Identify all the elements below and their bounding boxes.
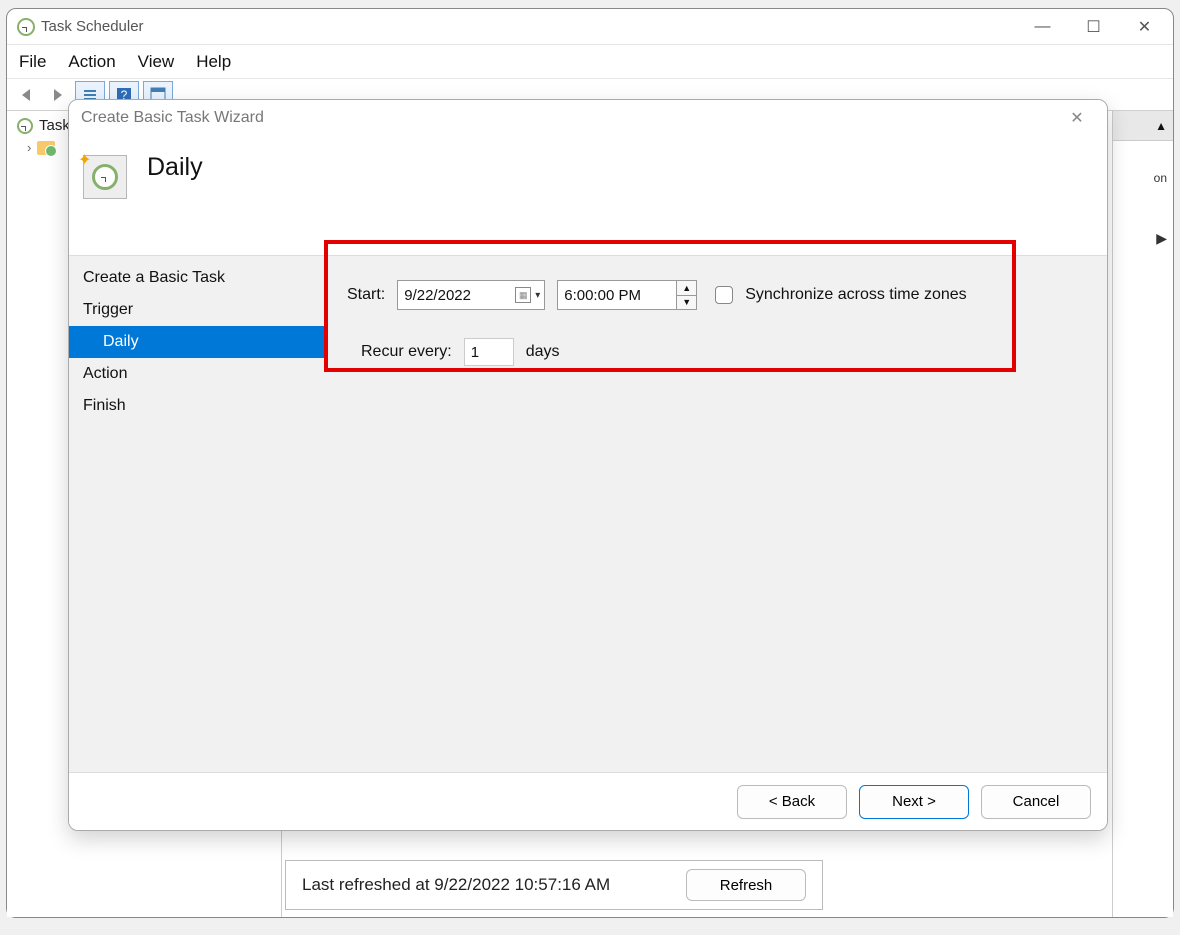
wizard-title-bar: Create Basic Task Wizard ✕ [69,100,1107,136]
wizard-steps: Create a Basic Task Trigger Daily Action… [69,256,327,772]
step-daily[interactable]: Daily [69,326,327,358]
expand-icon[interactable]: › [27,140,31,155]
start-date-input[interactable]: 9/22/2022 ▦ ▾ [397,280,545,310]
start-date-value: 9/22/2022 [404,287,511,304]
step-finish[interactable]: Finish [69,390,327,422]
wizard-close-button[interactable]: ✕ [1057,108,1097,128]
window-controls: — ☐ ✕ [1020,12,1167,42]
recur-label: Recur every: [361,343,452,361]
next-button[interactable]: Next > [859,785,969,819]
wizard-content: Start: 9/22/2022 ▦ ▾ 6:00:00 PM ▲ ▼ Sync… [327,256,1107,772]
nav-forward-button[interactable] [45,82,71,108]
wizard-body: Create a Basic Task Trigger Daily Action… [69,256,1107,772]
back-arrow-icon [19,87,37,103]
step-create-basic-task[interactable]: Create a Basic Task [69,262,327,294]
wizard-header: ✦ Daily [69,136,1107,256]
refresh-button[interactable]: Refresh [686,869,806,901]
start-time-value: 6:00:00 PM [558,281,676,309]
triangle-right-icon[interactable]: ▶ [1156,206,1167,270]
action-fragment: on [1119,151,1167,206]
menu-help[interactable]: Help [196,52,231,72]
synchronize-checkbox[interactable] [715,286,733,304]
time-spinner: ▲ ▼ [676,281,696,309]
last-refreshed-text: Last refreshed at 9/22/2022 10:57:16 AM [302,875,686,895]
start-row: Start: 9/22/2022 ▦ ▾ 6:00:00 PM ▲ ▼ Sync… [347,280,1087,310]
date-dropdown-icon[interactable]: ▾ [535,290,544,301]
synchronize-label: Synchronize across time zones [745,286,966,304]
recur-value-input[interactable]: 1 [464,338,514,366]
recur-row: Recur every: 1 days [361,338,1087,366]
create-basic-task-wizard-dialog: Create Basic Task Wizard ✕ ✦ Daily Creat… [68,99,1108,831]
wizard-heading: Daily [147,153,203,182]
wizard-footer: < Back Next > Cancel [69,772,1107,830]
folder-icon [37,141,55,155]
maximize-button[interactable]: ☐ [1071,12,1116,42]
back-button[interactable]: < Back [737,785,847,819]
spinner-down-button[interactable]: ▼ [677,296,696,310]
clock-icon [92,164,118,190]
menu-file[interactable]: File [19,52,46,72]
actions-header: ▲ [1113,111,1173,141]
collapse-icon[interactable]: ▲ [1155,119,1167,133]
minimize-button[interactable]: — [1020,12,1065,42]
step-action[interactable]: Action [69,358,327,390]
spark-icon: ✦ [78,150,91,170]
title-bar: Task Scheduler — ☐ ✕ [7,9,1173,45]
menu-bar: File Action View Help [7,45,1173,79]
menu-view[interactable]: View [138,52,175,72]
status-bar: Last refreshed at 9/22/2022 10:57:16 AM … [285,860,823,910]
step-trigger[interactable]: Trigger [69,294,327,326]
cancel-button[interactable]: Cancel [981,785,1091,819]
close-button[interactable]: ✕ [1122,12,1167,42]
start-label: Start: [347,286,385,304]
start-time-input[interactable]: 6:00:00 PM ▲ ▼ [557,280,697,310]
app-icon [17,18,35,36]
forward-arrow-icon [49,87,67,103]
wizard-header-icon: ✦ [83,155,127,199]
recur-unit-label: days [526,343,560,361]
actions-content: on ▶ [1113,141,1173,281]
nav-back-button[interactable] [15,82,41,108]
app-title: Task Scheduler [41,18,1020,35]
scheduler-icon [17,118,33,134]
spinner-up-button[interactable]: ▲ [677,281,696,296]
calendar-icon[interactable]: ▦ [515,287,531,303]
wizard-title: Create Basic Task Wizard [81,109,1057,127]
menu-action[interactable]: Action [68,52,115,72]
actions-panel: ▲ on ▶ [1113,111,1173,917]
